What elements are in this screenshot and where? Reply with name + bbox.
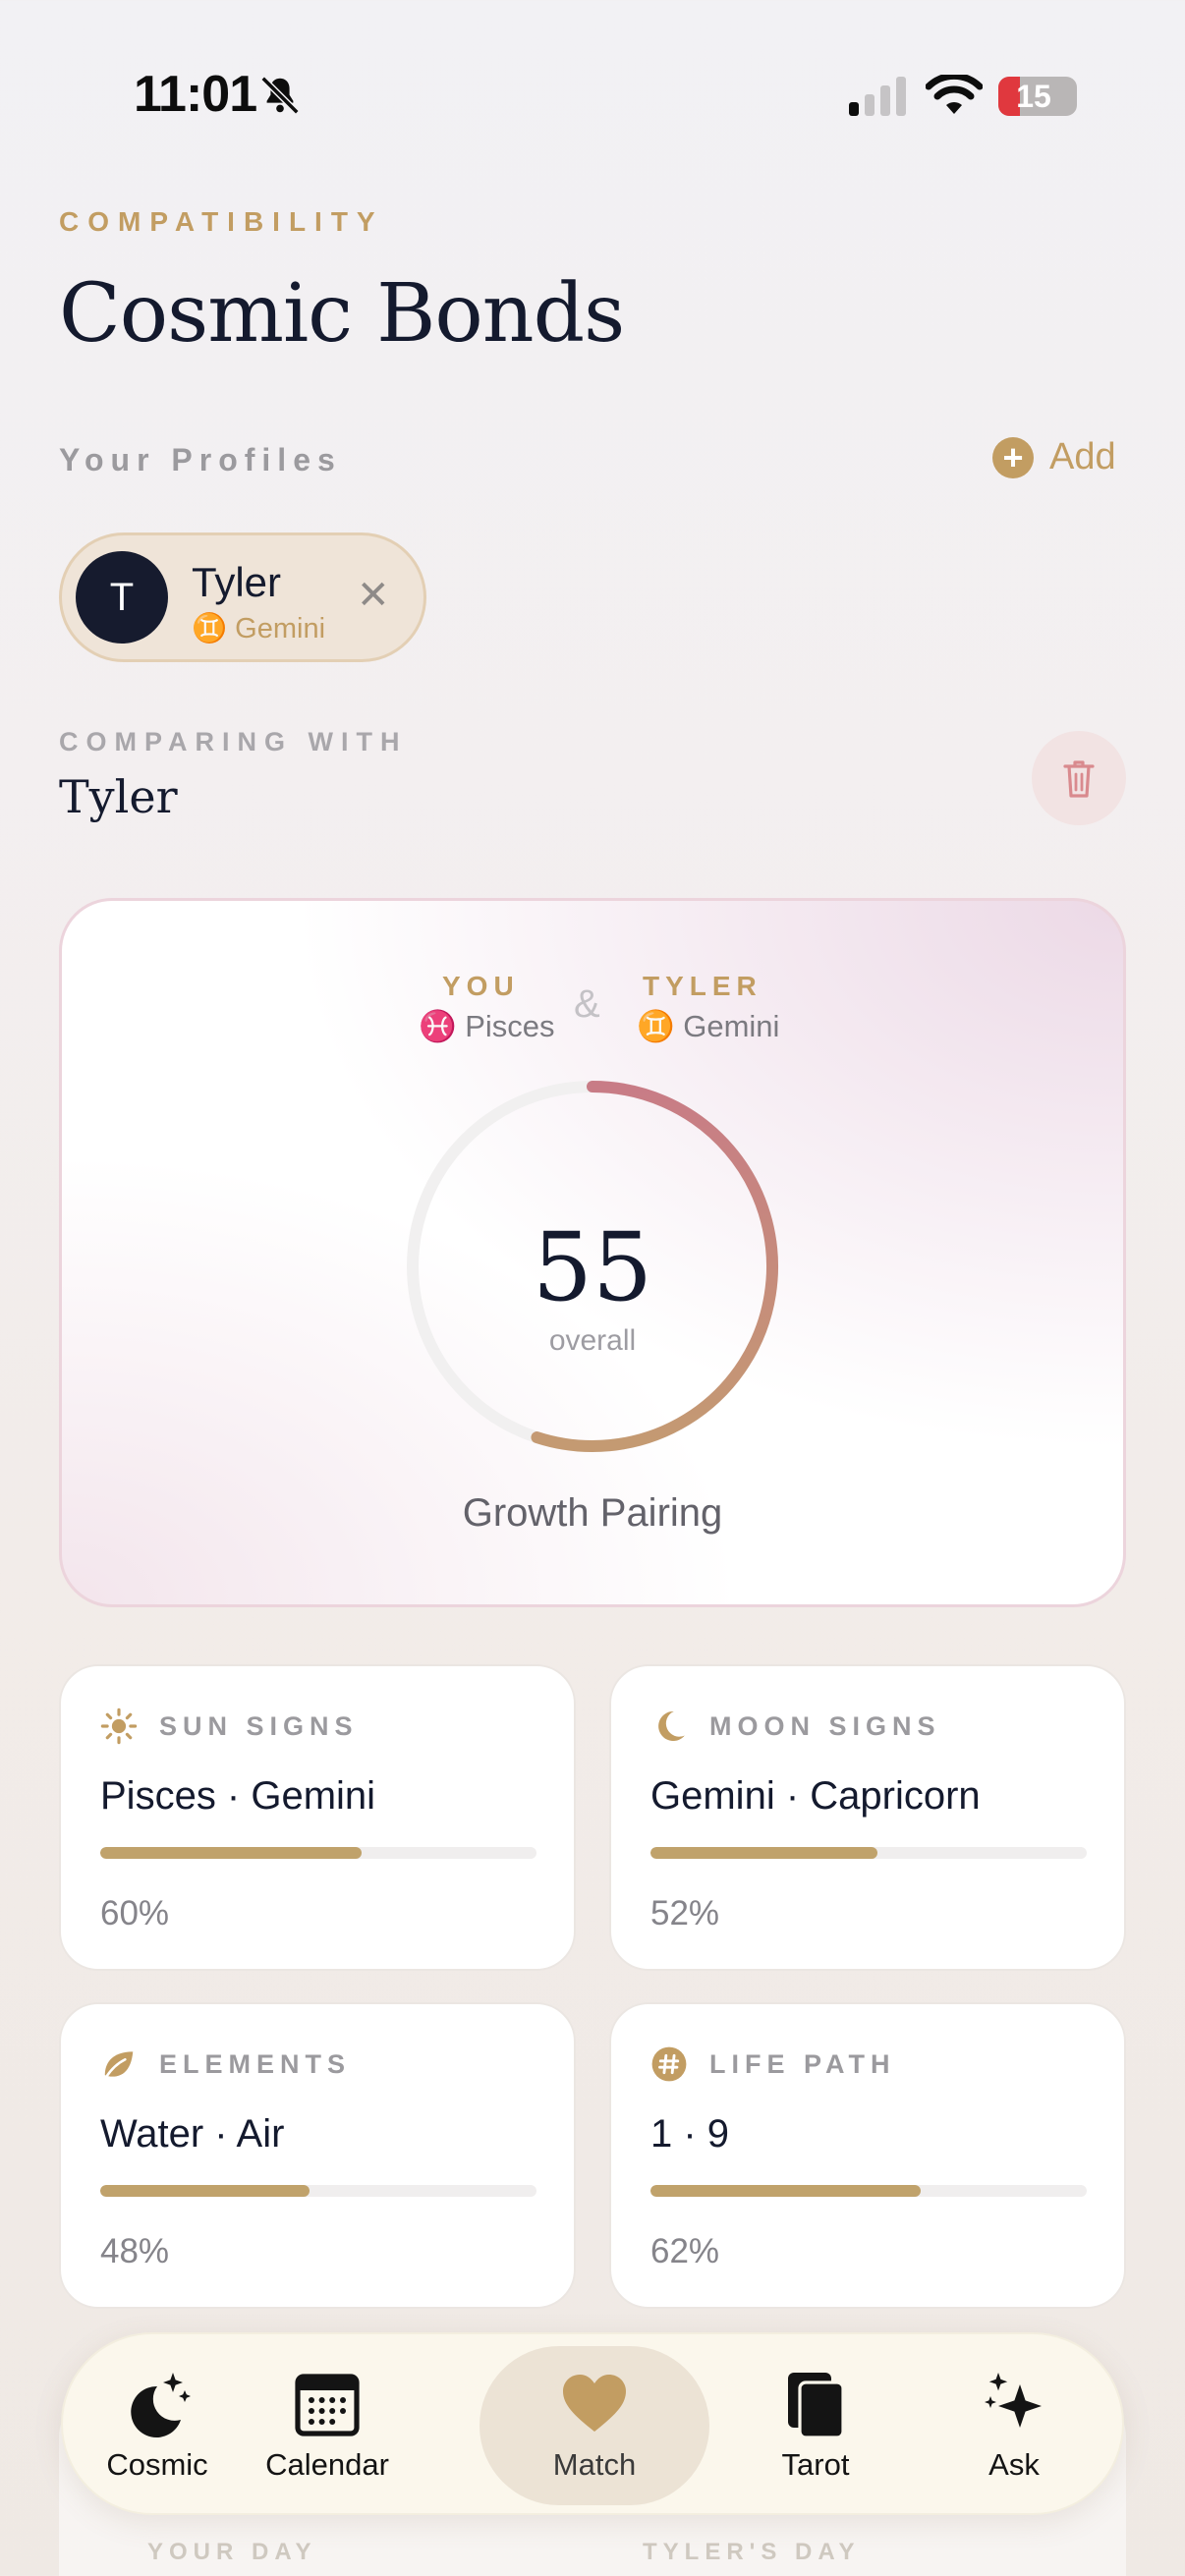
profile-chip[interactable]: T Tyler ♊ Gemini ✕ xyxy=(59,532,426,662)
moon-icon xyxy=(658,1710,685,1742)
leaf-icon xyxy=(104,2051,134,2078)
card-progress-fill xyxy=(650,2185,922,2197)
hash-icon xyxy=(651,2046,687,2082)
comparing-name: Tyler xyxy=(59,770,178,823)
delete-comparison-button[interactable] xyxy=(1032,731,1126,825)
wifi-icon xyxy=(926,75,983,114)
page-title: Cosmic Bonds xyxy=(59,267,625,361)
sun-icon xyxy=(100,1708,138,1745)
card-value: Water · Air xyxy=(100,2112,285,2156)
profiles-label: Your Profiles xyxy=(59,442,342,477)
partner-label: TYLER xyxy=(643,971,762,1001)
close-icon[interactable]: ✕ xyxy=(357,573,390,618)
card-value: 1 · 9 xyxy=(650,2112,730,2156)
card-percent: 62% xyxy=(650,2232,720,2270)
pairing-verdict: Growth Pairing xyxy=(462,1491,723,1535)
ampersand: & xyxy=(574,982,600,1026)
card-percent: 48% xyxy=(100,2232,170,2270)
partner-sign: ♊ Gemini xyxy=(637,1009,780,1043)
status-time: 11:01 xyxy=(134,66,257,123)
plus-circle-icon: + xyxy=(992,436,1034,478)
tab-ask[interactable]: Ask xyxy=(937,2346,1091,2505)
heart-icon xyxy=(563,2375,626,2432)
cellular-signal-icon xyxy=(849,77,906,116)
tab-bar: Cosmic Calendar Match Tarot Ask xyxy=(61,2332,1124,2515)
card-progress-fill xyxy=(100,1847,363,1859)
comparing-label: COMPARING WITH xyxy=(59,727,408,756)
calendar-icon xyxy=(295,2374,360,2436)
sun-signs-card[interactable]: SUN SIGNS Pisces · Gemini 60% xyxy=(59,1664,576,1971)
partner-day-label: TYLER'S DAY xyxy=(643,2539,861,2565)
card-progress-fill xyxy=(650,1847,877,1859)
card-label: MOON SIGNS xyxy=(709,1711,941,1741)
card-progress-track xyxy=(100,1847,536,1859)
add-profile-label: Add xyxy=(1049,436,1116,477)
you-sign: ♓ Pisces xyxy=(419,1009,555,1043)
add-profile-button[interactable]: + Add xyxy=(992,436,1116,478)
elements-card[interactable]: ELEMENTS Water · Air 48% xyxy=(59,2002,576,2309)
card-progress-track xyxy=(650,1847,1087,1859)
avatar: T xyxy=(76,551,168,644)
card-progress-track xyxy=(650,2185,1087,2197)
moon-stars-icon xyxy=(131,2373,191,2437)
tab-match[interactable]: Match xyxy=(480,2346,709,2505)
life-path-card[interactable]: LIFE PATH 1 · 9 62% xyxy=(609,2002,1126,2309)
tab-cosmic[interactable]: Cosmic xyxy=(81,2346,234,2505)
moon-signs-card[interactable]: MOON SIGNS Gemini · Capricorn 52% xyxy=(609,1664,1126,1971)
overall-score-caption: overall xyxy=(548,1324,637,1357)
card-progress-fill xyxy=(100,2185,310,2197)
section-eyebrow: COMPATIBILITY xyxy=(59,206,384,237)
tab-calendar[interactable]: Calendar xyxy=(244,2346,411,2505)
card-progress-track xyxy=(100,2185,536,2197)
battery-indicator: 15 xyxy=(998,77,1077,116)
card-label: LIFE PATH xyxy=(709,2049,896,2079)
overall-score: 55 xyxy=(532,1212,653,1322)
card-percent: 60% xyxy=(100,1894,170,1932)
card-value: Pisces · Gemini xyxy=(100,1774,376,1818)
sparkles-icon xyxy=(985,2373,1042,2428)
bell-slash-icon xyxy=(260,76,300,115)
profile-sign: ♊ Gemini xyxy=(192,613,326,644)
tab-tarot[interactable]: Tarot xyxy=(739,2346,892,2505)
you-label: YOU xyxy=(442,971,520,1001)
card-value: Gemini · Capricorn xyxy=(650,1774,981,1818)
your-day-label: YOUR DAY xyxy=(147,2539,317,2565)
card-label: SUN SIGNS xyxy=(159,1711,359,1741)
trash-icon xyxy=(1063,760,1095,798)
card-percent: 52% xyxy=(650,1894,720,1932)
profile-name: Tyler xyxy=(192,559,282,605)
card-label: ELEMENTS xyxy=(159,2049,352,2079)
cards-icon xyxy=(788,2373,845,2439)
